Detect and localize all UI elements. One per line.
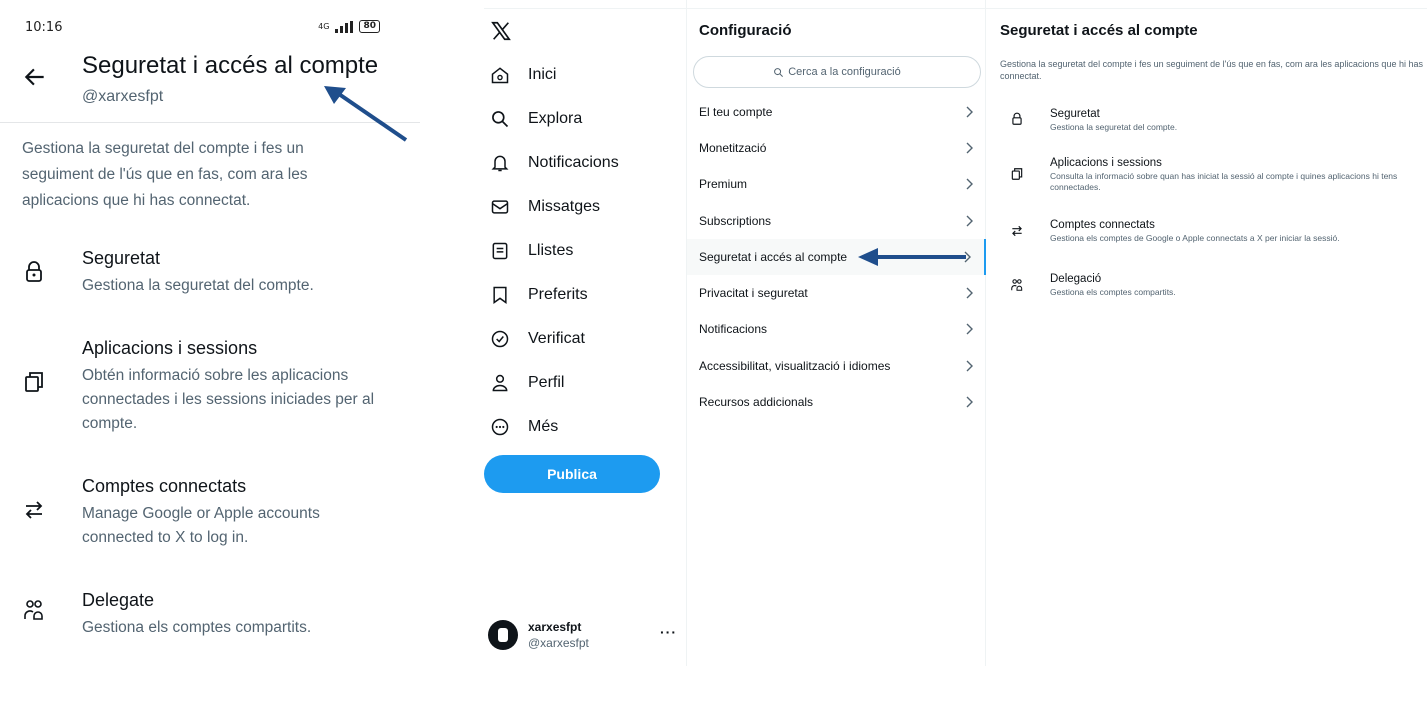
- settings-title: Configuració: [699, 22, 792, 39]
- verified-icon: [491, 330, 509, 348]
- page-title: Seguretat i accés al compte: [82, 52, 379, 79]
- detail-panel: Seguretat i accés al compte Gestiona la …: [986, 0, 1427, 666]
- status-bar: 10:16 4G 80: [25, 20, 380, 40]
- nav-item-preferits[interactable]: Preferits: [490, 280, 588, 310]
- list-icon: [492, 242, 508, 260]
- detail-title: Seguretat i accés al compte: [1000, 22, 1198, 39]
- nav-label: Preferits: [528, 286, 588, 303]
- lock-icon: [1012, 112, 1022, 125]
- nav-label: Llistes: [528, 242, 574, 259]
- more-options-icon[interactable]: ···: [660, 624, 677, 640]
- nav-item-mes[interactable]: Més: [490, 412, 558, 442]
- chevron-right-icon: [966, 360, 973, 372]
- chevron-right-icon: [966, 323, 973, 335]
- desktop-screen: Inici Explora Notificacions Missatges Ll…: [484, 0, 1427, 666]
- chevron-right-icon: [966, 287, 973, 299]
- item-description: Manage Google or Apple accounts connecte…: [82, 505, 320, 546]
- nav-item-inici[interactable]: Inici: [490, 60, 556, 90]
- item-label: Aplicacions i sessions: [82, 338, 258, 358]
- copy-icon: [1011, 168, 1023, 180]
- chevron-right-icon: [964, 251, 971, 263]
- chevron-right-icon: [966, 396, 973, 408]
- swap-arrows-icon: [1012, 225, 1022, 237]
- account-name: xarxesfpt: [528, 620, 582, 634]
- item-label: Comptes connectats: [82, 476, 247, 496]
- item-label: Delegate: [82, 590, 155, 610]
- nav-label: Verificat: [528, 330, 585, 347]
- x-logo-icon[interactable]: [490, 20, 512, 42]
- people-icon: [1011, 279, 1023, 291]
- person-icon: [492, 374, 508, 392]
- signal-icon: [335, 20, 354, 33]
- item-description: Obtén informació sobre les aplicacions c…: [82, 367, 375, 432]
- search-icon: [774, 67, 784, 77]
- account-switcher[interactable]: xarxesfpt @xarxesfpt ···: [488, 618, 677, 654]
- nav-label: Notificacions: [528, 154, 619, 171]
- chevron-right-icon: [966, 215, 973, 227]
- mobile-header: Seguretat i accés al compte @xarxesfpt: [22, 52, 420, 112]
- search-placeholder: Cerca a la configuració: [788, 66, 901, 78]
- item-label: Seguretat: [82, 248, 161, 268]
- copy-icon: [25, 372, 43, 392]
- settings-item-el-teu-compte[interactable]: El teu compte: [687, 94, 986, 130]
- search-icon: [492, 111, 509, 128]
- nav-label: Més: [528, 418, 559, 435]
- swap-arrows-icon: [25, 501, 43, 519]
- network-label: 4G: [318, 22, 330, 31]
- status-time: 10:16: [25, 20, 63, 35]
- chevron-right-icon: [966, 142, 973, 154]
- people-icon: [24, 600, 43, 620]
- nav-label: Perfil: [528, 374, 565, 391]
- settings-item-privacitat[interactable]: Privacitat i seguretat: [687, 275, 986, 311]
- nav-item-perfil[interactable]: Perfil: [490, 368, 564, 398]
- mobile-screen: 10:16 4G 80 Seguretat i accés al compte …: [0, 0, 420, 708]
- settings-search-input[interactable]: Cerca a la configuració: [693, 56, 981, 88]
- back-arrow-icon[interactable]: [22, 64, 48, 90]
- settings-item-monetitzacio[interactable]: Monetització: [687, 130, 986, 166]
- settings-item-notificacions[interactable]: Notificacions: [687, 311, 986, 347]
- page-description: Gestiona la seguretat del compte i fes u…: [22, 140, 308, 209]
- divider: [0, 122, 420, 123]
- settings-panel: Configuració Cerca a la configuració El …: [686, 0, 986, 666]
- nav-item-missatges[interactable]: Missatges: [490, 192, 600, 222]
- sidebar-nav: Inici Explora Notificacions Missatges Ll…: [484, 0, 686, 666]
- bookmark-icon: [493, 286, 507, 304]
- nav-item-explora[interactable]: Explora: [490, 104, 582, 134]
- settings-item-recursos[interactable]: Recursos addicionals: [687, 384, 986, 420]
- settings-item-premium[interactable]: Premium: [687, 166, 986, 202]
- detail-description: Gestiona la seguretat del compte i fes u…: [1000, 59, 1423, 81]
- settings-item-accessibilitat[interactable]: Accessibilitat, visualització i idiomes: [687, 348, 986, 384]
- account-handle: @xarxesfpt: [528, 636, 589, 650]
- chevron-right-icon: [966, 178, 973, 190]
- home-icon: [491, 67, 509, 84]
- settings-item-subscriptions[interactable]: Subscriptions: [687, 203, 986, 239]
- more-circle-icon: [491, 418, 509, 436]
- account-handle: @xarxesfpt: [82, 88, 164, 105]
- nav-item-notificacions[interactable]: Notificacions: [490, 148, 619, 178]
- settings-item-seguretat-acces[interactable]: Seguretat i accés al compte: [687, 239, 986, 275]
- nav-item-llistes[interactable]: Llistes: [490, 236, 573, 266]
- battery-icon: 80: [359, 20, 380, 33]
- bell-icon: [491, 155, 509, 172]
- nav-item-verificat[interactable]: Verificat: [490, 324, 585, 354]
- post-button[interactable]: Publica: [484, 455, 660, 493]
- lock-icon: [26, 261, 42, 282]
- item-description: Gestiona la seguretat del compte.: [82, 277, 314, 294]
- nav-label: Explora: [528, 110, 583, 127]
- nav-label: Missatges: [528, 198, 601, 215]
- mail-icon: [491, 200, 509, 214]
- chevron-right-icon: [966, 106, 973, 118]
- nav-label: Inici: [528, 66, 557, 83]
- avatar: [488, 620, 518, 650]
- item-description: Gestiona els comptes compartits.: [82, 619, 312, 636]
